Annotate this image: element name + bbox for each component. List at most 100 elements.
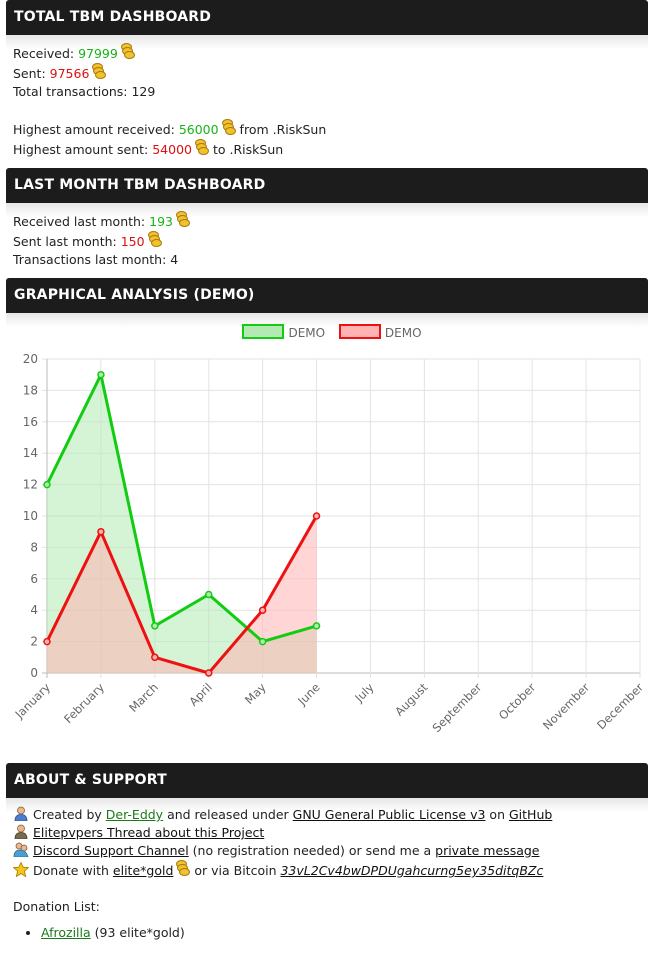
about-title: ABOUT & SUPPORT xyxy=(6,763,648,798)
y-tick-label: 10 xyxy=(23,509,38,523)
created-middle: and released under xyxy=(163,807,293,822)
y-tick-label: 4 xyxy=(30,603,38,617)
donate-prefix: Donate with xyxy=(33,863,113,878)
sent-row: Sent: 97566 xyxy=(13,63,641,83)
total-transactions: Total transactions: 129 xyxy=(13,84,156,99)
thread-row: Elitepvpers Thread about this Project xyxy=(13,824,641,842)
y-tick-label: 18 xyxy=(23,383,38,397)
y-tick-label: 2 xyxy=(30,635,38,649)
received-value: 97999 xyxy=(78,46,118,61)
data-point xyxy=(312,512,321,520)
about-panel: ABOUT & SUPPORT Created by Der-Eddy and … xyxy=(6,763,648,942)
lastmonth-dashboard-panel: LAST MONTH TBM DASHBOARD Received last m… xyxy=(6,168,648,269)
donate-middle: or via Bitcoin xyxy=(190,863,281,878)
gold-coin-icon xyxy=(176,860,191,876)
highest-sent-label: Highest amount sent: xyxy=(13,142,153,157)
chart-legend: DEMO DEMO xyxy=(6,321,648,345)
gold-coin-icon xyxy=(92,63,107,79)
donor-amount: (93 elite*gold) xyxy=(90,925,185,940)
x-tick-label: September xyxy=(430,680,485,735)
discord-link[interactable]: Discord Support Channel xyxy=(33,843,189,858)
sent-label: Sent: xyxy=(13,66,50,81)
x-tick-label: July xyxy=(351,680,376,705)
transactions-lastmonth: Transactions last month: 4 xyxy=(13,252,179,267)
users-group-icon xyxy=(13,824,29,840)
x-tick-label: November xyxy=(540,680,592,732)
x-tick-label: October xyxy=(496,680,539,723)
data-point xyxy=(97,527,105,536)
x-tick-label: February xyxy=(61,680,107,726)
y-tick-label: 8 xyxy=(30,540,38,554)
data-point xyxy=(258,606,267,614)
data-point xyxy=(204,590,213,599)
highest-received-suffix: from .RiskSun xyxy=(235,122,327,137)
x-tick-label: March xyxy=(126,680,161,715)
data-point xyxy=(151,622,159,630)
license-link[interactable]: GNU General Public License v3 xyxy=(293,807,486,822)
gold-coin-icon xyxy=(221,119,236,135)
y-tick-label: 14 xyxy=(23,446,38,460)
bitcoin-address-link[interactable]: 33vL2Cv4bwDPDUgahcurng5ey35ditqBZc xyxy=(280,863,543,878)
private-message-link[interactable]: private message xyxy=(435,843,539,858)
y-tick-label: 6 xyxy=(30,572,38,586)
legend-swatch-0[interactable] xyxy=(242,324,285,339)
donation-list-item: Afrozilla (93 elite*gold) xyxy=(41,924,641,942)
donation-list: Afrozilla (93 elite*gold) xyxy=(13,924,641,942)
created-row: Created by Der-Eddy and released under G… xyxy=(13,806,641,824)
donation-list-label: Donation List: xyxy=(13,899,100,914)
sent-lastmonth-row: Sent last month: 150 xyxy=(13,231,641,251)
data-point xyxy=(312,622,321,630)
y-tick-label: 12 xyxy=(23,478,38,492)
donate-row: Donate with elite*gold or via Bitcoin 33… xyxy=(12,860,641,880)
gold-coin-icon xyxy=(175,211,190,227)
lastmonth-dashboard-title: LAST MONTH TBM DASHBOARD xyxy=(6,168,648,203)
donor-link[interactable]: Afrozilla xyxy=(41,925,91,940)
received-lastmonth-label: Received last month: xyxy=(13,214,150,229)
gold-coin-icon xyxy=(147,231,162,247)
received-label: Received: xyxy=(13,46,79,61)
author-link[interactable]: Der-Eddy xyxy=(106,807,163,822)
data-point xyxy=(43,480,51,489)
highest-received-label: Highest amount received: xyxy=(13,122,179,137)
data-point xyxy=(151,653,159,662)
x-tick-label: January xyxy=(12,680,54,722)
created-on: on xyxy=(485,807,509,822)
legend-label-0[interactable]: DEMO xyxy=(288,326,325,340)
data-point xyxy=(43,637,51,646)
x-tick-label: December xyxy=(594,680,646,732)
elite-gold-link[interactable]: elite*gold xyxy=(113,863,173,878)
discord-row: Discord Support Channel (no registration… xyxy=(13,842,641,860)
sent-value: 97566 xyxy=(49,66,90,81)
x-tick-label: June xyxy=(294,680,322,708)
data-point xyxy=(204,669,213,677)
total-dashboard-title: TOTAL TBM DASHBOARD xyxy=(6,0,648,35)
star-icon xyxy=(12,861,30,878)
received-lastmonth-value: 193 xyxy=(149,214,173,229)
received-row: Received: 97999 xyxy=(13,43,641,63)
discord-middle: (no registration needed) or send me a xyxy=(188,843,436,858)
highest-received-row: Highest amount received: 56000 from .Ris… xyxy=(13,119,641,139)
graph-panel: GRAPHICAL ANALYSIS (DEMO) DEMO DEMO 0 2 4 6… xyxy=(6,278,648,763)
thread-link[interactable]: Elitepvpers Thread about this Project xyxy=(33,825,264,840)
highest-sent-row: Highest amount sent: 54000 to .RiskSun xyxy=(13,139,641,159)
y-tick-label: 16 xyxy=(23,415,38,429)
received-lastmonth-row: Received last month: 193 xyxy=(13,211,641,231)
x-tick-label: May xyxy=(242,680,269,707)
data-point xyxy=(258,637,267,646)
line-chart: 0 2 4 6 8 10 12 14 16 18 20 January February March Apr… xyxy=(12,352,647,735)
created-prefix: Created by xyxy=(33,807,106,822)
github-link[interactable]: GitHub xyxy=(509,807,552,822)
legend-swatch-1[interactable] xyxy=(338,324,381,339)
x-tick-label: April xyxy=(186,680,214,708)
highest-received-value: 56000 xyxy=(178,122,219,137)
sent-lastmonth-label: Sent last month: xyxy=(13,234,121,249)
graph-title: GRAPHICAL ANALYSIS (DEMO) xyxy=(6,278,648,313)
highest-sent-suffix: to .RiskSun xyxy=(209,142,284,157)
gold-coin-icon xyxy=(195,139,209,155)
x-tick-label: August xyxy=(392,680,431,719)
support-users-icon xyxy=(13,842,29,858)
legend-label-1[interactable]: DEMO xyxy=(385,326,422,340)
y-tick-label: 0 xyxy=(30,666,38,680)
gold-coin-icon xyxy=(120,43,135,59)
data-point xyxy=(97,370,105,379)
